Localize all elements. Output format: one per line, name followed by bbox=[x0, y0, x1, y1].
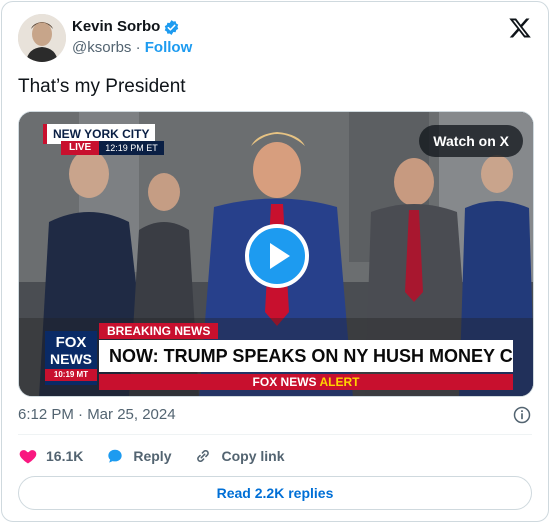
author-block: Kevin Sorbo @ksorbs · Follow bbox=[72, 17, 192, 58]
read-replies-button[interactable]: Read 2.2K replies bbox=[18, 476, 532, 510]
reply-button[interactable]: Reply bbox=[105, 446, 171, 466]
fox-news-logo: FOX NEWS 10:19 MT bbox=[45, 331, 97, 385]
divider bbox=[18, 434, 532, 435]
reply-label: Reply bbox=[133, 448, 172, 464]
verified-badge-icon bbox=[165, 19, 179, 35]
fox-news-alert-bar: FOX NEWS ALERT bbox=[99, 374, 513, 390]
tweet-card[interactable]: Kevin Sorbo @ksorbs · Follow That’s my P… bbox=[1, 1, 549, 522]
avatar[interactable] bbox=[18, 14, 66, 62]
copy-link-label: Copy link bbox=[221, 448, 285, 464]
like-button[interactable]: 16.1K bbox=[18, 446, 83, 466]
action-bar: 16.1K Reply Copy link bbox=[18, 445, 307, 467]
tweet-text: That’s my President bbox=[18, 76, 186, 97]
live-tag: LIVE 12:19 PM ET bbox=[61, 141, 164, 155]
tweet-timestamp[interactable]: 6:12 PM · Mar 25, 2024 bbox=[18, 405, 176, 425]
like-count: 16.1K bbox=[46, 448, 84, 464]
breaking-news-label: BREAKING NEWS bbox=[99, 323, 219, 339]
follow-button[interactable]: Follow bbox=[145, 39, 193, 56]
reply-bubble-icon bbox=[108, 449, 123, 463]
copy-link-button[interactable]: Copy link bbox=[193, 446, 285, 466]
heart-icon bbox=[19, 450, 37, 464]
link-icon bbox=[197, 449, 210, 463]
news-lower-third: FOX NEWS 10:19 MT BREAKING NEWS NOW: TRU… bbox=[19, 317, 533, 396]
news-headline: NOW: TRUMP SPEAKS ON NY HUSH MONEY CASE bbox=[99, 340, 513, 372]
tweet-header: Kevin Sorbo @ksorbs · Follow bbox=[18, 14, 532, 62]
watch-on-x-button[interactable]: Watch on X bbox=[419, 125, 523, 157]
video-player[interactable]: NEW YORK CITY LIVE 12:19 PM ET Watch on … bbox=[18, 111, 534, 397]
x-logo-icon[interactable] bbox=[508, 16, 532, 40]
play-icon bbox=[270, 243, 290, 269]
handle-separator: · bbox=[135, 39, 141, 56]
author-name[interactable]: Kevin Sorbo bbox=[72, 17, 160, 37]
info-icon[interactable] bbox=[512, 405, 532, 425]
play-button[interactable] bbox=[245, 224, 309, 288]
author-handle[interactable]: @ksorbs bbox=[72, 39, 131, 56]
